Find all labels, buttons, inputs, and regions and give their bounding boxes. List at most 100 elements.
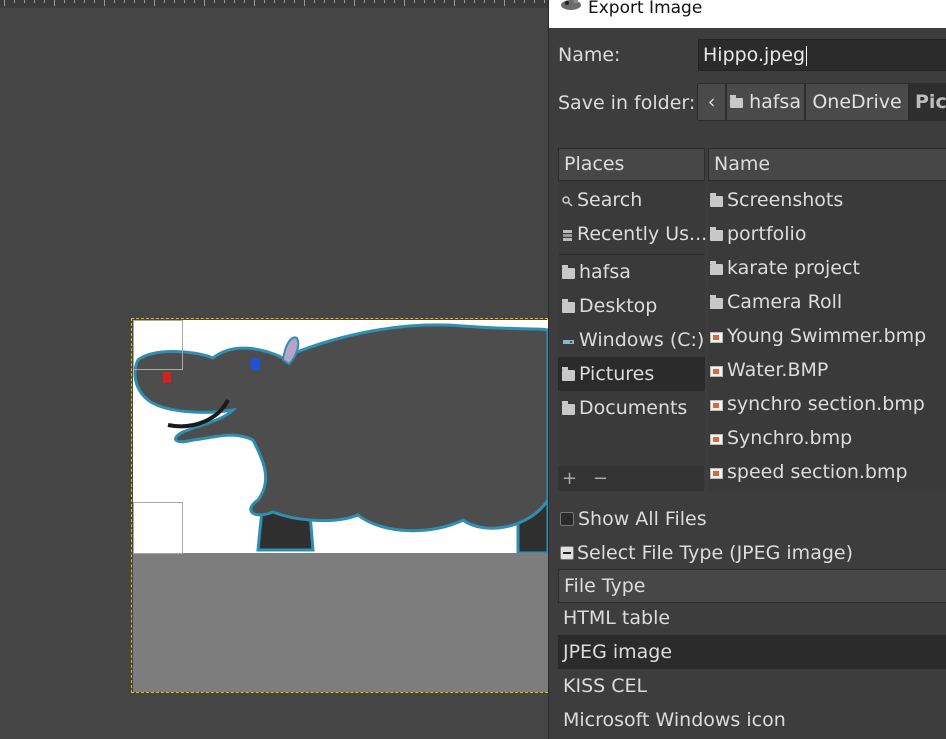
show-all-files-checkbox[interactable]	[560, 512, 574, 526]
places-header[interactable]: Places	[558, 148, 705, 181]
ruler-tick	[414, 0, 415, 3]
ruler-tick	[384, 0, 385, 3]
image-file-icon	[710, 434, 723, 445]
breadcrumb-back-button[interactable]: ‹	[697, 83, 726, 121]
file-row[interactable]: Water.BMP	[710, 353, 828, 387]
file-name: Young Swimmer.bmp	[727, 325, 927, 347]
ruler-tick	[154, 0, 155, 6]
breadcrumb-onedrive[interactable]: OneDrive	[805, 83, 909, 121]
ruler-tick	[134, 0, 135, 3]
ruler-tick	[84, 0, 85, 3]
places-item-label: Documents	[579, 397, 688, 419]
ruler-tick	[224, 0, 225, 3]
hippo-drawing	[133, 323, 550, 555]
file-name: karate project	[727, 257, 860, 279]
file-row[interactable]: karate project	[710, 251, 860, 285]
export-image-dialog: Export Image Name: Hippo.jpeg Save in fo…	[548, 0, 946, 739]
file-row[interactable]: Young Swimmer.bmp	[710, 319, 926, 353]
places-item-desktop[interactable]: Desktop	[558, 289, 709, 323]
ruler-tick	[74, 0, 75, 3]
ruler-tick	[304, 0, 305, 6]
folder-icon	[730, 95, 744, 108]
places-item-label: Desktop	[579, 295, 658, 317]
filename-value: Hippo.jpeg	[703, 44, 806, 66]
ruler-tick	[404, 0, 405, 6]
corner-handle-top-left[interactable]	[133, 320, 183, 370]
ruler-tick	[234, 0, 235, 3]
save-in-folder-label: Save in folder:	[558, 92, 696, 114]
folder-icon	[710, 227, 723, 241]
ruler-tick	[184, 0, 185, 3]
top-ruler[interactable]	[0, 0, 548, 8]
name-label: Name:	[558, 44, 621, 66]
name-column-header[interactable]: Name	[708, 148, 946, 181]
breadcrumb-pictures[interactable]: Pict	[909, 83, 946, 121]
folder-icon	[562, 367, 575, 381]
file-type-row[interactable]: Microsoft Windows icon	[558, 703, 946, 737]
select-file-type-label[interactable]: Select File Type (JPEG image)	[577, 542, 853, 564]
ruler-tick	[504, 0, 505, 6]
remove-bookmark-button[interactable]: −	[593, 468, 608, 489]
places-item-recent[interactable]: Recently Us...	[558, 217, 709, 251]
file-row[interactable]: Synchro.bmp	[710, 421, 852, 455]
ruler-tick	[54, 0, 55, 6]
ruler-tick	[424, 0, 425, 3]
image-file-icon	[710, 468, 723, 479]
dialog-titlebar[interactable]: Export Image	[549, 0, 946, 28]
ruler-tick	[14, 0, 15, 3]
file-name: speed section.bmp	[727, 461, 908, 483]
file-type-row-selected[interactable]: JPEG image	[558, 635, 946, 669]
ruler-tick	[254, 0, 255, 6]
dialog-title: Export Image	[588, 0, 703, 18]
places-pane: Places Search Recently Us... hafsa Deskt…	[558, 148, 707, 491]
file-name: Water.BMP	[727, 359, 829, 381]
places-item-hafsa[interactable]: hafsa	[558, 255, 709, 289]
canvas-padding-area[interactable]	[133, 553, 548, 692]
ruler-tick	[474, 0, 475, 3]
file-type-row[interactable]: KISS CEL	[558, 669, 946, 703]
file-list-pane: Name Screenshots portfolio karate projec…	[708, 148, 946, 491]
file-row[interactable]: speed section.bmp	[710, 455, 908, 489]
image-file-icon	[710, 366, 723, 377]
places-item-search[interactable]: Search	[558, 183, 709, 217]
ruler-tick	[394, 0, 395, 3]
file-name: Synchro.bmp	[727, 427, 853, 449]
places-item-label: Windows (C:)	[579, 329, 705, 351]
ruler-tick	[454, 0, 455, 6]
ruler-tick	[94, 0, 95, 3]
ruler-tick	[24, 0, 25, 3]
folder-icon	[562, 299, 575, 313]
ruler-tick	[194, 0, 195, 3]
ruler-tick	[264, 0, 265, 3]
add-bookmark-button[interactable]: +	[562, 468, 577, 489]
file-type-column-header[interactable]: File Type	[558, 569, 946, 603]
file-type-row[interactable]: HTML table	[558, 601, 946, 635]
file-name: synchro section.bmp	[727, 393, 925, 415]
file-name: Camera Roll	[727, 291, 843, 313]
ruler-tick	[344, 0, 345, 3]
ruler-tick	[204, 0, 205, 6]
places-item-windows-c[interactable]: Windows (C:)	[558, 323, 709, 357]
show-all-files-label[interactable]: Show All Files	[578, 508, 707, 530]
ruler-tick	[124, 0, 125, 3]
folder-icon	[710, 193, 723, 207]
places-item-pictures[interactable]: Pictures	[558, 357, 705, 391]
breadcrumb-hafsa[interactable]: hafsa	[726, 83, 805, 121]
file-row[interactable]: Screenshots	[710, 183, 843, 217]
image-layer[interactable]	[133, 320, 550, 555]
ruler-tick	[4, 0, 5, 6]
filename-input[interactable]: Hippo.jpeg	[698, 39, 946, 71]
places-item-label: Recently Us...	[577, 223, 708, 245]
file-row[interactable]: synchro section.bmp	[710, 387, 925, 421]
file-row[interactable]: Camera Roll	[710, 285, 842, 319]
ruler-tick	[164, 0, 165, 3]
corner-handle-bottom-left[interactable]	[133, 502, 183, 554]
file-row[interactable]: portfolio	[710, 217, 806, 251]
ruler-tick	[284, 0, 285, 3]
file-name: portfolio	[727, 223, 807, 245]
file-type-expander-icon[interactable]	[560, 546, 574, 560]
places-item-documents[interactable]: Documents	[558, 391, 709, 425]
ruler-tick	[64, 0, 65, 3]
ruler-tick	[324, 0, 325, 3]
ruler-tick	[434, 0, 435, 3]
